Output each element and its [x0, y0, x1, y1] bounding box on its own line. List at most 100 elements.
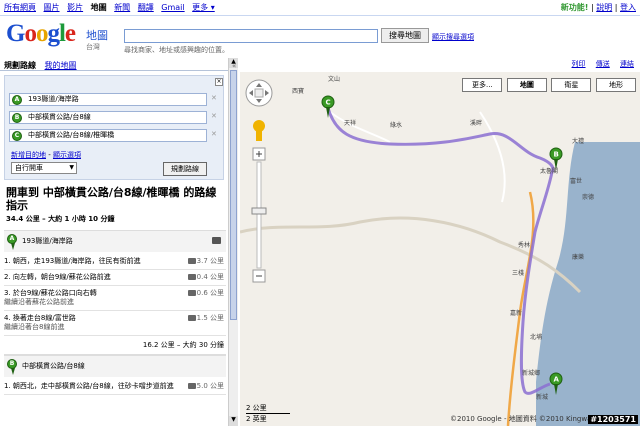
- travel-mode-select[interactable]: 自行開車 ▼: [11, 162, 77, 174]
- route-summary: 34.4 公里 – 大約 1 小時 10 分鐘: [6, 215, 115, 223]
- place-label: 大禮: [572, 138, 585, 145]
- plan-route-button[interactable]: 規劃路線: [163, 162, 207, 176]
- step-text: 1. 朝西，走193縣道/海岸路，往民有街前進: [4, 257, 141, 265]
- svg-text:B: B: [554, 151, 559, 159]
- map-type-terrain[interactable]: 地形: [596, 78, 636, 92]
- waypoint-b-input[interactable]: B 中部橫貫公路/台8線: [9, 111, 207, 124]
- place-label: 文山: [328, 76, 341, 83]
- place-label: 西寶: [292, 88, 305, 95]
- help-link[interactable]: 說明: [596, 3, 612, 12]
- maps-product-label: 地圖: [86, 29, 108, 42]
- directions-form: × A 193縣道/海岸路 ✕ B 中部橫貫公路/台8線 ✕ C 中部橫貫公路/…: [4, 75, 224, 180]
- direction-step[interactable]: 1. 朝西，走193縣道/海岸路，往民有街前進 3.7 公里: [4, 254, 226, 270]
- camera-icon[interactable]: [188, 258, 196, 264]
- waypoint-c-value: 中部橫貫公路/台8線/椎暉橋: [28, 131, 115, 139]
- map-type-map[interactable]: 地圖: [506, 78, 547, 92]
- step-text: 4. 換著走台8線/富世路: [4, 314, 76, 322]
- search-hint: 尋找商家、地址或感興趣的位置。: [124, 46, 229, 54]
- camera-icon[interactable]: [188, 315, 196, 321]
- zoom-pan-control[interactable]: [244, 78, 274, 288]
- step-text: 2. 向左轉，朝台9線/蘇花公路前進: [4, 273, 111, 281]
- nav-more[interactable]: 更多 ▾: [192, 3, 215, 12]
- camera-icon[interactable]: [188, 274, 196, 280]
- nav-videos[interactable]: 影片: [67, 3, 83, 12]
- step-subtext: 繼續沿著蘇花公路前進: [4, 298, 74, 306]
- chevron-down-icon: ▼: [69, 164, 74, 171]
- direction-step[interactable]: 1. 朝西北，走中部橫貫公路/台8線，往砂卡噹步道前進 15.0 公里: [4, 379, 226, 395]
- directions-steps: A 193縣道/海岸路 1. 朝西，走193縣道/海岸路，往民有街前進 3.7 …: [4, 230, 226, 395]
- svg-text:C: C: [326, 99, 331, 107]
- step-distance: 0.4 公里: [196, 273, 224, 281]
- place-label: 新城鄉: [522, 370, 541, 377]
- new-features-link[interactable]: 新功能!: [561, 3, 589, 12]
- scale-km: 2 公里: [246, 403, 290, 414]
- place-label: 北埔: [530, 334, 543, 341]
- place-label: 康樂: [572, 254, 585, 261]
- search-options-link[interactable]: 顯示搜尋選項: [432, 32, 474, 42]
- remove-waypoint-b-icon[interactable]: ✕: [211, 112, 217, 120]
- waypoint-b-value: 中部橫貫公路/台8線: [28, 113, 91, 121]
- top-nav: 所有網頁 圖片 影片 地圖 新聞 翻譯 Gmail 更多 ▾: [0, 0, 640, 15]
- map-toolbar: 列印 傳送 連結: [240, 58, 640, 71]
- marker-a-icon: A: [12, 95, 22, 105]
- waypoint-a-input[interactable]: A 193縣道/海岸路: [9, 93, 207, 106]
- sidebar-scrollbar[interactable]: ▲ ▼: [228, 58, 238, 426]
- nav-gmail[interactable]: Gmail: [161, 3, 184, 12]
- direction-step[interactable]: 4. 換著走台8線/富世路 繼續沿著台8線前進 1.5 公里: [4, 311, 226, 336]
- nav-translate[interactable]: 翻譯: [138, 3, 154, 12]
- nav-images[interactable]: 圖片: [44, 3, 60, 12]
- svg-text:A: A: [554, 376, 560, 384]
- step-subtext: 繼續沿著台8線前進: [4, 323, 65, 331]
- scale-mi: 2 英里: [246, 415, 267, 423]
- step-text: 3. 於台9線/蘇花公路口向右轉: [4, 289, 97, 297]
- marker-c-icon: C: [12, 131, 22, 141]
- link-link[interactable]: 連結: [620, 60, 634, 68]
- close-icon[interactable]: ×: [215, 78, 223, 86]
- segment-summary: 16.2 公里 – 大約 30 分鐘: [4, 336, 226, 355]
- map-type-controls: 更多... 地圖 衛星 地形: [460, 78, 636, 92]
- step-distance: 3.7 公里: [196, 257, 224, 265]
- remove-waypoint-a-icon[interactable]: ✕: [211, 94, 217, 102]
- place-label: 秀林: [518, 242, 531, 249]
- place-label: 崇德: [582, 194, 595, 201]
- waypoint-b-row[interactable]: B 中部橫貫公路/台8線: [4, 355, 226, 377]
- nav-news[interactable]: 新聞: [114, 3, 130, 12]
- remove-waypoint-c-icon[interactable]: ✕: [211, 130, 217, 138]
- show-options-link[interactable]: 顯示選項: [53, 151, 81, 159]
- nav-all-web[interactable]: 所有網頁: [4, 3, 36, 12]
- directions-title: 開車到 中部橫貫公路/台8線/椎暉橋 的路線指示: [6, 186, 217, 212]
- send-link[interactable]: 傳送: [596, 60, 610, 68]
- print-link[interactable]: 列印: [572, 60, 586, 68]
- map-graphic: C B A: [240, 72, 640, 426]
- place-label: 天祥: [344, 120, 357, 127]
- sidebar-tabs: 規劃路線 我的地圖: [0, 58, 237, 71]
- more-layers-button[interactable]: 更多...: [462, 78, 503, 92]
- direction-step[interactable]: 3. 於台9線/蘇花公路口向右轉 繼續沿著蘇花公路前進 10.6 公里: [4, 286, 226, 311]
- tab-directions[interactable]: 規劃路線: [4, 61, 36, 70]
- waypoint-a-value: 193縣道/海岸路: [28, 95, 79, 103]
- zoom-slider-track: [256, 161, 262, 269]
- map-type-satellite[interactable]: 衛星: [551, 78, 592, 92]
- collapse-sidebar-icon[interactable]: «: [232, 62, 236, 70]
- watermark: #1203571: [588, 415, 638, 424]
- place-label: 太魯閣: [540, 168, 559, 175]
- search-maps-button[interactable]: 搜尋地圖: [381, 28, 429, 43]
- header-divider: [0, 15, 640, 16]
- login-link[interactable]: 登入: [620, 3, 636, 12]
- waypoint-a-row[interactable]: A 193縣道/海岸路: [4, 230, 226, 252]
- step-distance: 10.6 公里: [192, 289, 224, 297]
- scale-bar: 2 公里 2 英里: [246, 403, 290, 424]
- add-destination-link[interactable]: 新增目的地: [11, 151, 46, 159]
- google-logo[interactable]: Google: [6, 20, 76, 48]
- map-canvas[interactable]: C B A 文山 西寶 綠水 天祥 溪畔 太魯閣 大禮 富世 崇德 秀林 三棧 …: [240, 72, 640, 426]
- marker-b-icon: B: [12, 113, 22, 123]
- scroll-down-icon[interactable]: ▼: [229, 416, 238, 426]
- camera-icon[interactable]: [212, 237, 221, 244]
- waypoint-c-input[interactable]: C 中部橫貫公路/台8線/椎暉橋: [9, 129, 207, 142]
- scroll-thumb[interactable]: [230, 70, 237, 320]
- direction-step[interactable]: 2. 向左轉，朝台9線/蘇花公路前進 0.4 公里: [4, 270, 226, 286]
- nav-maps[interactable]: 地圖: [91, 3, 107, 12]
- search-input[interactable]: [124, 29, 378, 43]
- zoom-slider-thumb: [251, 207, 267, 215]
- tab-my-maps[interactable]: 我的地圖: [45, 61, 77, 70]
